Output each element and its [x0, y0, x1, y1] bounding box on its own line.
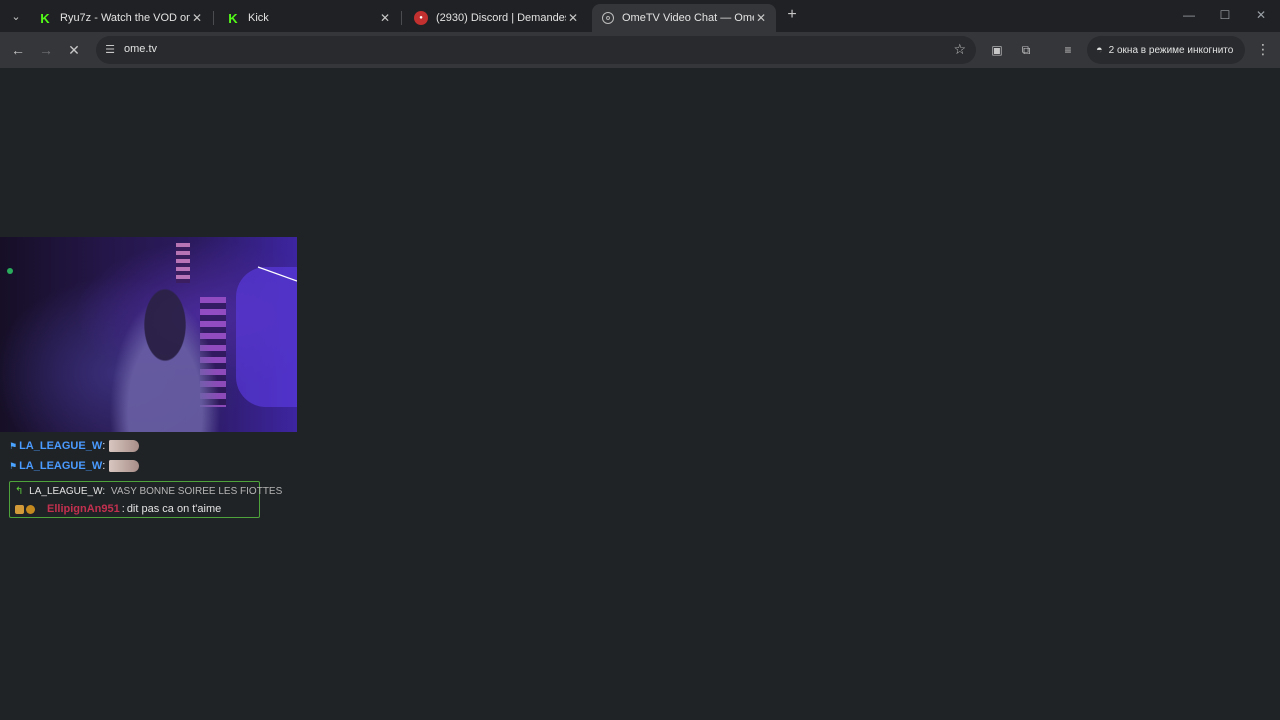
incognito-label: 2 окна в режиме инкогнито	[1108, 44, 1234, 56]
video-overlay	[7, 266, 297, 282]
menu-kebab-icon[interactable]: ⋮	[1256, 41, 1270, 58]
flag-badge-icon: ⚑	[9, 440, 18, 451]
back-button[interactable]: ←	[9, 41, 27, 59]
tab-ometv[interactable]: o OmeTV Video Chat — Omegle ✕	[592, 4, 776, 32]
chat-colon: :	[102, 460, 106, 472]
chat-colon: :	[121, 503, 125, 515]
chat-message: ⚑ LA_LEAGUE_W :	[9, 460, 140, 472]
window-close-button[interactable]: ✕	[1253, 8, 1269, 22]
chat-username: EllipignAn951	[47, 503, 120, 515]
tab-title: Kick	[248, 12, 269, 24]
chat-text: dit pas ca on t'aime	[126, 503, 222, 515]
close-icon[interactable]: ✕	[378, 11, 392, 25]
subscriber-badge-icon	[15, 504, 24, 514]
tab-search-button[interactable]: ⌄	[6, 6, 26, 26]
browser-toolbar: ← → ✕ ☰ ome.tv ☆ ▣ ⧉ ≡ ◓ 2 окна в режиме…	[0, 32, 1280, 68]
address-bar[interactable]: ☰ ome.tv ☆	[96, 36, 976, 64]
url-text[interactable]: ome.tv	[124, 43, 157, 55]
reply-quoted-text: VASY BONNE SOIREE LES FIOTTES	[110, 486, 283, 497]
incognito-indicator[interactable]: ◓ 2 окна в режиме инкогнито	[1087, 36, 1245, 64]
new-tab-button[interactable]: +	[784, 7, 800, 23]
pointing-hand-emote	[109, 440, 140, 452]
chat-message: EllipignAn951 : dit pas ca on t'aime	[15, 503, 221, 515]
tab-separator	[213, 11, 214, 25]
kick-icon: K	[40, 10, 50, 26]
reply-context: ↰ LA_LEAGUE_W: VASY BONNE SOIREE LES FIO…	[15, 486, 282, 497]
stop-loading-button[interactable]: ✕	[65, 41, 83, 59]
discord-icon: ●	[414, 11, 428, 25]
maximize-button[interactable]: ☐	[1217, 8, 1233, 22]
tab-title: Ryu7z - Watch the VOD on Kick	[60, 12, 190, 24]
pointing-hand-emote	[109, 460, 140, 472]
incognito-icon: ◓	[1096, 44, 1103, 56]
close-icon[interactable]: ✕	[566, 11, 580, 25]
close-icon: ✕	[68, 42, 80, 58]
forward-button[interactable]: →	[37, 41, 55, 59]
tab-kick[interactable]: K Kick ✕	[216, 4, 400, 32]
arrow-right-icon: →	[39, 42, 53, 58]
minimize-button[interactable]: —	[1181, 8, 1197, 22]
close-icon[interactable]: ✕	[190, 11, 204, 25]
chat-username: LA_LEAGUE_W	[19, 440, 103, 452]
flag-badge-icon: ⚑	[9, 460, 18, 471]
reply-username: LA_LEAGUE_W:	[29, 486, 106, 497]
tab-separator	[401, 11, 402, 25]
plus-icon: +	[787, 6, 797, 23]
reading-list-icon[interactable]: ≡	[1059, 41, 1077, 59]
close-icon[interactable]: ✕	[754, 11, 768, 25]
tab-title: (2930) Discord | Demandes de	[436, 12, 566, 24]
site-settings-icon[interactable]: ☰	[103, 43, 117, 57]
chat-reply-message: ↰ LA_LEAGUE_W: VASY BONNE SOIREE LES FIO…	[9, 481, 282, 518]
arrow-left-icon: ←	[11, 42, 25, 58]
reply-arrow-icon: ↰	[15, 486, 24, 497]
ometv-icon: o	[602, 12, 614, 24]
chat-message: ⚑ LA_LEAGUE_W :	[9, 440, 140, 452]
kick-icon: K	[228, 10, 238, 26]
chevron-down-icon: ⌄	[11, 10, 21, 23]
extensions-puzzle-icon[interactable]: ⧉	[1017, 41, 1035, 59]
bookmark-star-icon[interactable]: ☆	[953, 41, 966, 58]
chat-username: LA_LEAGUE_W	[19, 460, 103, 472]
video-feed	[0, 237, 297, 432]
extension-icon[interactable]: ▣	[988, 41, 1006, 59]
tab-strip: ⌄ K Ryu7z - Watch the VOD on Kick ✕ K Ki…	[0, 0, 1280, 32]
gift-badge-icon	[26, 504, 35, 514]
tab-kick-vod[interactable]: K Ryu7z - Watch the VOD on Kick ✕	[28, 4, 212, 32]
chat-colon: :	[102, 440, 106, 452]
tab-discord[interactable]: ● (2930) Discord | Demandes de ✕	[404, 4, 588, 32]
tab-title: OmeTV Video Chat — Omegle	[622, 12, 754, 24]
